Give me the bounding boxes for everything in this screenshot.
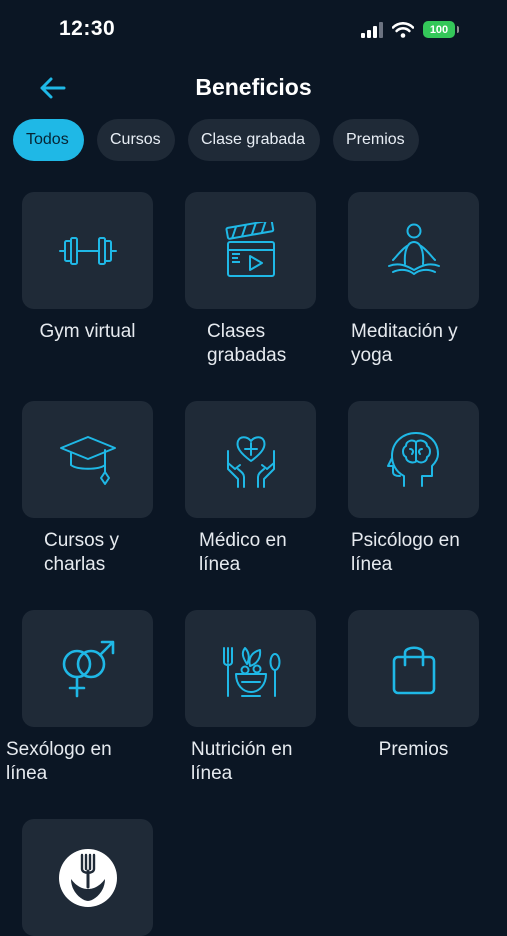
benefit-card-cursos-charlas[interactable]: Cursos y charlas <box>22 401 153 577</box>
label-line: Psicólogo en <box>351 530 460 551</box>
dumbbell-icon <box>58 236 117 265</box>
graduation-cap-icon <box>59 435 116 485</box>
benefit-card-psicologo-linea[interactable]: Psicólogo en línea <box>348 401 479 577</box>
benefit-tile[interactable] <box>185 401 316 518</box>
benefit-card-nutrition-logo[interactable] <box>22 819 153 936</box>
benefit-tile[interactable] <box>22 610 153 727</box>
salad-bowl-icon <box>222 646 280 697</box>
benefit-tile[interactable] <box>22 819 153 936</box>
benefit-label: Psicólogo en línea <box>351 529 479 577</box>
benefit-card-gym-virtual[interactable]: Gym virtual <box>22 192 153 344</box>
benefit-tile[interactable] <box>185 610 316 727</box>
label-line: línea <box>351 554 393 575</box>
tab-label: Todos <box>26 131 69 148</box>
tab-cursos[interactable]: Cursos <box>97 119 175 161</box>
benefit-label: Clases grabadas <box>185 320 316 368</box>
hands-heart-icon <box>226 435 275 488</box>
benefit-card-nutricion-linea[interactable]: Nutrición en línea <box>185 610 316 786</box>
wifi-icon <box>392 21 414 38</box>
benefit-label: Nutrición en línea <box>191 738 316 786</box>
label-line: Premios <box>378 739 449 760</box>
label-line: Sexólogo en <box>6 739 112 760</box>
label-line: Cursos y <box>44 530 119 551</box>
clapperboard-icon <box>225 221 275 277</box>
gender-symbols-icon <box>62 640 114 697</box>
benefit-label: Premios <box>348 738 479 762</box>
benefit-label: Cursos y charlas <box>22 529 153 577</box>
battery-level: 100 <box>429 23 449 36</box>
benefit-tile[interactable] <box>22 401 153 518</box>
label-line: grabadas <box>207 345 287 366</box>
label-line: Gym virtual <box>39 321 136 342</box>
status-icons: 100 <box>361 21 459 38</box>
tab-todos[interactable]: Todos <box>13 119 84 161</box>
benefit-tile[interactable] <box>22 192 153 309</box>
benefit-card-premios[interactable]: Premios <box>348 610 479 762</box>
benefit-label: Médico en línea <box>185 529 316 577</box>
page-title: Beneficios <box>195 74 312 100</box>
status-bar: 12:30 100 <box>0 0 507 60</box>
status-time: 12:30 <box>59 17 116 40</box>
shopping-bag-icon <box>392 645 435 694</box>
benefit-tile[interactable] <box>348 192 479 309</box>
benefit-card-sexologo-linea[interactable]: Sexólogo en línea <box>6 610 153 786</box>
benefit-label: Meditación y yoga <box>351 320 479 368</box>
benefit-tile[interactable] <box>348 401 479 518</box>
label-line: Meditación y <box>351 321 458 342</box>
tab-label: Cursos <box>110 131 161 148</box>
filter-tabs: Todos Cursos Clase grabada Premios <box>13 119 419 161</box>
tab-label: Premios <box>346 131 405 148</box>
header: Beneficios <box>0 60 507 116</box>
benefit-label: Gym virtual <box>22 320 153 344</box>
nutrition-logo-icon <box>58 848 117 907</box>
tab-label: Clase grabada <box>201 131 306 148</box>
label-line: charlas <box>44 554 106 575</box>
label-line: yoga <box>351 345 393 366</box>
head-brain-icon <box>386 431 439 487</box>
benefit-tile[interactable] <box>185 192 316 309</box>
benefit-tile[interactable] <box>348 610 479 727</box>
label-line: Médico en <box>199 530 287 551</box>
tab-premios[interactable]: Premios <box>333 119 419 161</box>
benefit-card-clases-grabadas[interactable]: Clases grabadas <box>185 192 316 368</box>
label-line: línea <box>6 763 48 784</box>
signal-icon <box>361 21 383 38</box>
meditation-icon <box>387 223 440 275</box>
label-line: Nutrición en <box>191 739 293 760</box>
label-line: Clases <box>207 321 266 342</box>
benefit-card-medico-linea[interactable]: Médico en línea <box>185 401 316 577</box>
benefit-label: Sexólogo en línea <box>6 738 153 786</box>
battery-icon: 100 <box>423 21 459 38</box>
tab-clase-grabada[interactable]: Clase grabada <box>188 119 320 161</box>
label-line: línea <box>191 763 233 784</box>
benefit-card-meditacion-yoga[interactable]: Meditación y yoga <box>348 192 479 368</box>
label-line: línea <box>199 554 241 575</box>
